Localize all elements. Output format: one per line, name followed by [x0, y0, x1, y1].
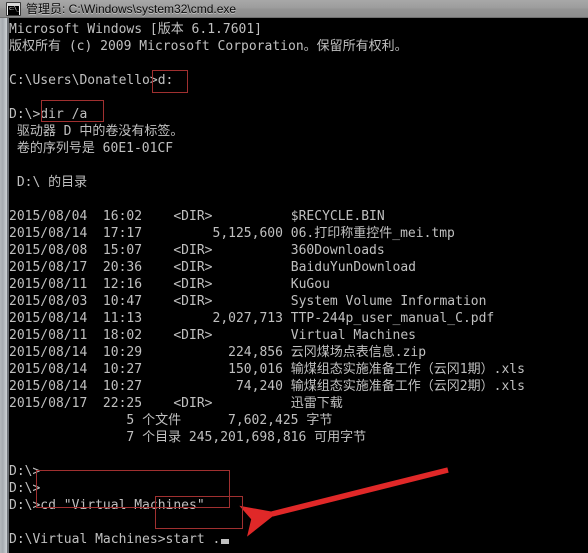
- console-line: 2015/08/14 11:13 2,027,713 TTP-244p_user…: [9, 311, 495, 326]
- console-line: 卷的序列号是 60E1-01CF: [16, 141, 174, 156]
- console-line: 2015/08/17 20:36 <DIR> BaiduYunDownload: [9, 260, 416, 275]
- console-line: 2015/08/14 10:29 224,856 云冈煤场点表信息.zip: [9, 345, 427, 360]
- title-bar[interactable]: c:\_ 管理员: C:\Windows\system32\cmd.exe: [0, 0, 588, 18]
- window-left-chrome: [0, 18, 7, 553]
- console-line: C:\Users\Donatello>d:: [9, 73, 174, 88]
- console-line: 5 个文件 7,602,425 字节: [9, 413, 333, 428]
- console-line: D:\>cd "Virtual Machines": [9, 498, 205, 513]
- console-line: 2015/08/11 18:02 <DIR> Virtual Machines: [9, 328, 416, 343]
- console-line: 2015/08/14 10:27 74,240 输煤组态实施准备工作（云冈2期）…: [9, 379, 525, 394]
- window-title: 管理员: C:\Windows\system32\cmd.exe: [26, 2, 237, 16]
- console-line: 2015/08/11 12:16 <DIR> KuGou: [9, 277, 330, 292]
- cmd-icon-glyph: c:\_: [8, 5, 19, 15]
- cmd-console-icon: c:\_: [6, 1, 21, 16]
- console-line: 2015/08/03 10:47 <DIR> System Volume Inf…: [9, 294, 487, 309]
- console-line: 2015/08/14 10:27 150,016 输煤组态实施准备工作（云冈1期…: [9, 362, 525, 377]
- console-line: 版权所有 (c) 2009 Microsoft Corporation。保留所有…: [9, 39, 408, 54]
- console-line: D:\>: [9, 464, 41, 479]
- cmd-window: c:\_ 管理员: C:\Windows\system32\cmd.exe Mi…: [0, 0, 588, 553]
- console-line: 2015/08/17 22:25 <DIR> 迅雷下载: [9, 396, 343, 411]
- console-line: 2015/08/04 16:02 <DIR> $RECYCLE.BIN: [9, 209, 385, 224]
- console-line: D:\Virtual Machines>start .: [9, 531, 588, 548]
- console-line: D:\ 的目录: [9, 175, 88, 190]
- console-line: 2015/08/08 15:07 <DIR> 360Downloads: [9, 243, 385, 258]
- console-output-area[interactable]: Microsoft Windows [版本 6.1.7601] 版权所有 (c) …: [9, 18, 588, 553]
- console-line: Microsoft Windows [版本 6.1.7601]: [9, 22, 263, 37]
- console-line: 7 个目录 245,201,698,816 可用字节: [9, 430, 367, 445]
- console-line: 2015/08/14 17:17 5,125,600 06.打印称重控件_mei…: [9, 226, 455, 241]
- console-line: D:\>: [9, 481, 41, 496]
- text-cursor: [221, 539, 230, 544]
- console-line: D:\>dir /a: [9, 107, 88, 122]
- console-line: 驱动器 D 中的卷没有标签。: [16, 124, 184, 139]
